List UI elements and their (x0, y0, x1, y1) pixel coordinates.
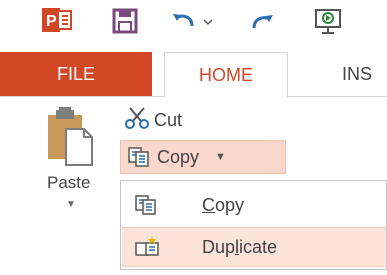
paste-label: Paste (47, 173, 91, 192)
access-key: C (202, 194, 215, 215)
redo-icon[interactable] (248, 6, 278, 36)
menu-item-copy[interactable]: Copy (122, 185, 386, 225)
scissors-icon (124, 106, 154, 135)
label-suffix: icate (239, 236, 278, 257)
paste-icon (46, 107, 96, 172)
copy-button[interactable]: Copy ▼ (120, 140, 286, 174)
label-suffix: opy (215, 194, 245, 215)
copy-label: Copy (157, 146, 200, 167)
menu-item-label: Copy (202, 195, 244, 216)
chevron-down-icon[interactable]: ▼ (66, 199, 76, 210)
copy-icon (127, 146, 151, 168)
save-icon[interactable] (110, 6, 140, 36)
paste-button[interactable]: Paste ▼ (40, 107, 114, 217)
tab-file[interactable]: FILE (0, 52, 152, 96)
start-slideshow-icon[interactable] (312, 6, 352, 36)
chevron-down-icon[interactable]: ▼ (215, 151, 226, 163)
svg-text:P: P (46, 13, 57, 30)
copy-dropdown-menu: Copy Duplicate (120, 180, 387, 270)
quick-access-toolbar: P (0, 0, 387, 42)
undo-icon[interactable] (170, 6, 216, 36)
copy-icon (134, 194, 174, 216)
ribbon-tab-strip: FILE HOME INS (0, 52, 387, 97)
menu-item-label: Duplicate (202, 237, 277, 258)
menu-item-duplicate[interactable]: Duplicate (122, 227, 386, 267)
tab-insert[interactable]: INS (342, 52, 372, 96)
powerpoint-logo-icon[interactable]: P (40, 6, 74, 36)
label-prefix: Dup (202, 236, 236, 257)
tab-home[interactable]: HOME (164, 52, 288, 97)
duplicate-icon (134, 235, 174, 259)
cut-button[interactable]: Cut (124, 105, 182, 135)
cut-label: Cut (154, 109, 183, 130)
